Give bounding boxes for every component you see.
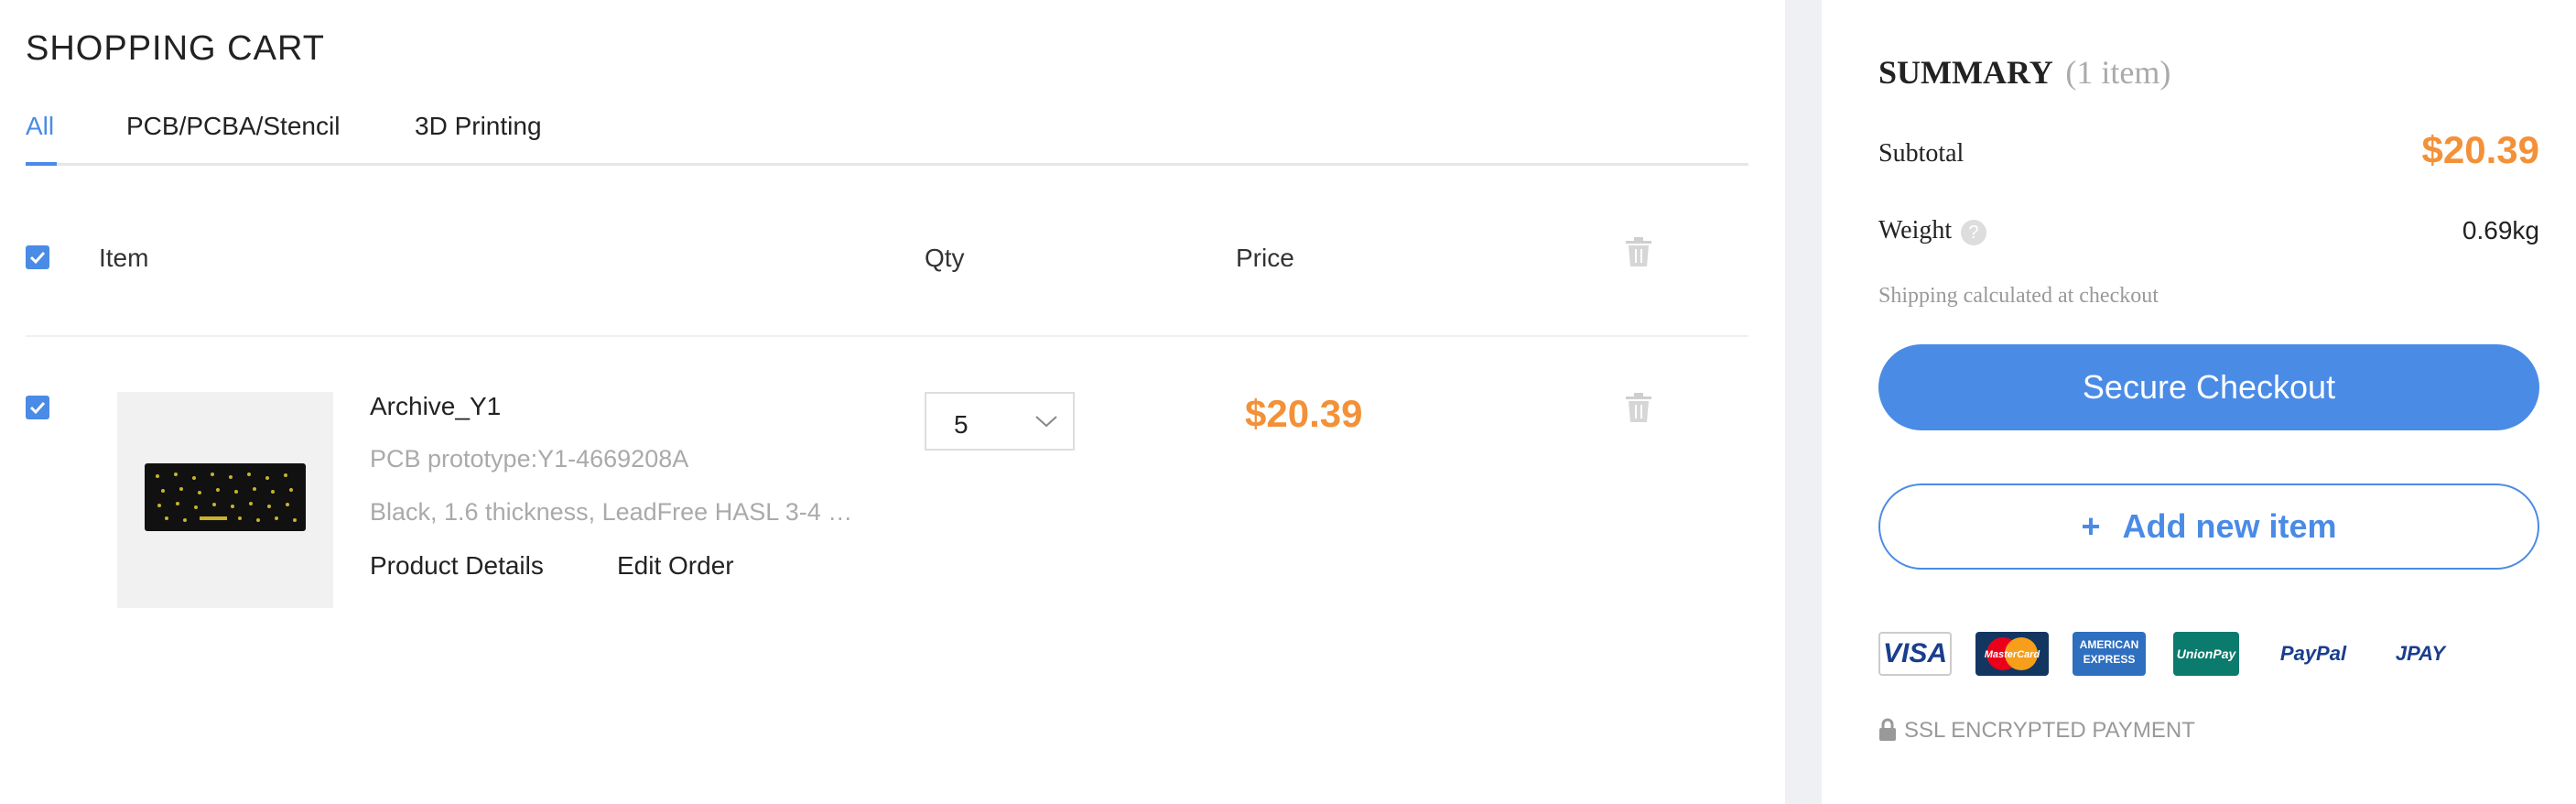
checkbox-check-icon: [29, 401, 46, 415]
subtotal-value: $20.39: [2421, 128, 2539, 171]
product-details-link[interactable]: Product Details: [370, 551, 544, 581]
page-title: SHOPPING CART: [26, 29, 325, 68]
quantity-value: 5: [954, 410, 969, 439]
panel-gutter: [1785, 0, 1822, 804]
add-new-item-label: Add new item: [2122, 507, 2337, 545]
add-new-item-button[interactable]: + Add new item: [1878, 483, 2539, 570]
category-tabs: All PCB/PCBA/Stencil 3D Printing: [26, 112, 1748, 166]
ssl-label: SSL ENCRYPTED PAYMENT: [1904, 718, 2195, 743]
lock-icon: [1879, 718, 1896, 741]
summary-item-count: (1 item): [2065, 54, 2171, 91]
item-thumbnail[interactable]: [117, 392, 333, 608]
item-checkbox[interactable]: [26, 396, 49, 419]
shipping-note: Shipping calculated at checkout: [1878, 284, 2159, 308]
select-all-checkbox[interactable]: [26, 245, 49, 269]
delete-item-trash-icon[interactable]: [1624, 392, 1653, 423]
header-divider: [26, 335, 1748, 337]
column-header-qty: Qty: [925, 244, 965, 272]
visa-logo: VISA: [1878, 632, 1952, 676]
column-header-item: Item: [99, 244, 149, 272]
quantity-select[interactable]: 5: [925, 392, 1075, 451]
amex-line1: AMERICAN: [2079, 638, 2139, 651]
summary-heading: SUMMARY: [1878, 54, 2052, 91]
mastercard-text: MasterCard: [1985, 649, 2040, 660]
tab-all[interactable]: All: [26, 112, 54, 141]
tab-pcb-pcba-stencil[interactable]: PCB/PCBA/Stencil: [126, 112, 340, 141]
subtotal-label: Subtotal: [1878, 139, 1964, 168]
edit-order-link[interactable]: Edit Order: [617, 551, 734, 581]
secure-checkout-button[interactable]: Secure Checkout: [1878, 344, 2539, 430]
plus-icon: +: [2081, 507, 2101, 545]
ssl-notice: SSL ENCRYPTED PAYMENT: [1878, 718, 2195, 744]
cart-panel: SHOPPING CART All PCB/PCBA/Stencil 3D Pr…: [0, 0, 1785, 804]
item-name[interactable]: Archive_Y1: [370, 392, 501, 421]
unionpay-logo: UnionPay: [2173, 632, 2239, 676]
active-tab-indicator: [26, 162, 57, 166]
item-subtitle: PCB prototype:Y1-4669208A: [370, 445, 689, 473]
summary-title: SUMMARY (1 item): [1878, 53, 2170, 92]
jpay-logo: JPAY: [2395, 642, 2446, 665]
help-icon[interactable]: ?: [1961, 220, 1986, 245]
item-price: $20.39: [1245, 392, 1363, 435]
column-header-price: Price: [1236, 244, 1294, 272]
payment-methods: VISA MasterCard AMERICAN EXPRESS UnionPa…: [1878, 632, 2556, 679]
item-description: Black, 1.6 thickness, LeadFree HASL 3-4 …: [370, 498, 853, 526]
mastercard-logo: MasterCard: [1975, 632, 2049, 676]
amex-line2: EXPRESS: [2083, 653, 2136, 666]
amex-logo: AMERICAN EXPRESS: [2073, 632, 2146, 676]
weight-value: 0.69kg: [2462, 216, 2539, 244]
weight-label: Weight: [1878, 216, 1953, 244]
paypal-logo: PayPal: [2279, 642, 2347, 665]
tab-3d-printing[interactable]: 3D Printing: [415, 112, 542, 141]
pcb-image: [145, 463, 306, 531]
delete-selected-trash-icon[interactable]: [1624, 236, 1653, 267]
checkbox-check-icon: [29, 251, 46, 265]
summary-panel: SUMMARY (1 item) Subtotal $20.39 Weight …: [1822, 0, 2576, 804]
chevron-down-icon: [1035, 416, 1057, 428]
